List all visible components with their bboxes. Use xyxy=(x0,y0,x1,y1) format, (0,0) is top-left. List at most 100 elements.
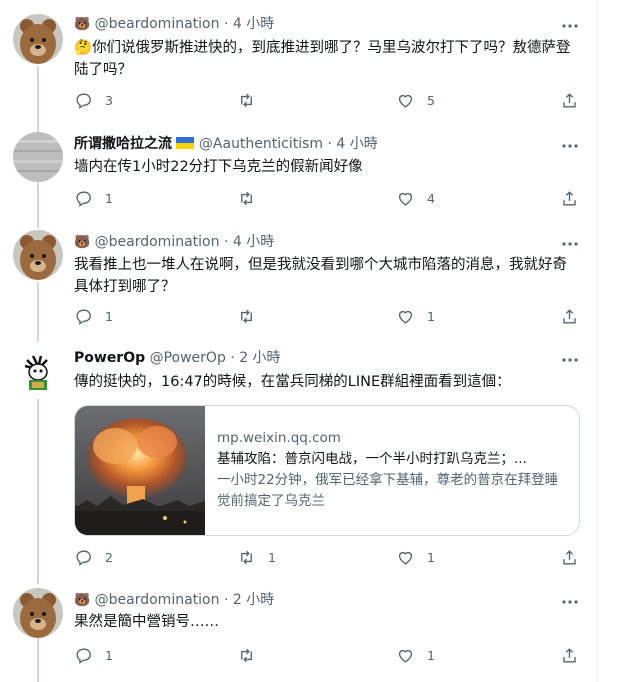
ukraine-flag-icon xyxy=(176,135,195,149)
like-button[interactable]: 5 xyxy=(396,89,435,111)
retweet-button[interactable] xyxy=(237,305,268,327)
display-name[interactable]: 所谓撒哈拉之流 xyxy=(74,136,172,152)
share-icon xyxy=(563,190,576,206)
reply-icon xyxy=(76,647,91,664)
like-count: 5 xyxy=(427,92,435,108)
timeline-right-border xyxy=(597,0,598,682)
tweet-header: 所谓撒哈拉之流 @Aauthenticitism · 4 小時 xyxy=(74,134,378,154)
reply-button[interactable]: 3 xyxy=(74,89,113,111)
reply-icon xyxy=(76,190,91,207)
tweet[interactable]: 所谓撒哈拉之流 @Aauthenticitism · 4 小時 墙内在传1小时2… xyxy=(0,120,597,230)
like-button[interactable]: 1 xyxy=(396,546,435,568)
tweet-text: 果然是簡中營销号…… xyxy=(74,614,219,630)
reply-count: 2 xyxy=(105,549,113,565)
user-handle[interactable]: @PowerOp xyxy=(150,350,226,366)
heart-icon xyxy=(398,94,413,108)
heart-icon xyxy=(398,551,413,565)
separator-dot: · xyxy=(327,136,332,152)
user-handle[interactable]: @Aauthenticitism xyxy=(199,136,323,152)
reply-button[interactable]: 1 xyxy=(74,187,113,209)
more-icon[interactable] xyxy=(560,136,580,156)
tweet-actions: 1 4 xyxy=(74,187,584,209)
thinking-emoji: 🤔 xyxy=(74,40,93,56)
bear-avatar-image xyxy=(13,230,63,280)
timestamp[interactable]: 4 小時 xyxy=(336,136,377,152)
share-button[interactable] xyxy=(560,89,579,111)
bear-emoji: 🐻 xyxy=(74,17,91,32)
like-count: 1 xyxy=(427,308,435,324)
tweet-header: 🐻 @beardomination · 2 小時 xyxy=(74,590,274,611)
share-button[interactable] xyxy=(560,546,579,568)
separator-dot: · xyxy=(223,234,229,250)
gray-texture-avatar-image xyxy=(13,132,63,182)
separator-dot: · xyxy=(223,16,229,32)
share-icon xyxy=(563,308,576,324)
tweet-actions: 1 1 xyxy=(74,305,584,327)
tweet-actions: 2 1 1 xyxy=(74,546,584,568)
retweet-button[interactable] xyxy=(237,89,268,111)
timestamp[interactable]: 2 小時 xyxy=(239,350,280,366)
avatar[interactable] xyxy=(13,14,63,64)
more-icon[interactable] xyxy=(560,592,580,612)
reply-icon xyxy=(76,308,91,325)
link-description: 一小时22分钟，俄军已经拿下基辅，尊老的普京在拜登睡觉前搞定了乌克兰 xyxy=(217,472,559,509)
tweet-text: 我看推上也一堆人在说啊，但是我就没看到哪个大城市陷落的消息，我就好奇具体打到哪了… xyxy=(74,257,567,295)
reply-button[interactable]: 1 xyxy=(74,305,113,327)
display-name[interactable]: PowerOp xyxy=(74,350,145,366)
reply-button[interactable]: 2 xyxy=(74,546,113,568)
like-button[interactable]: 4 xyxy=(396,187,435,209)
retweet-icon xyxy=(241,93,252,107)
avatar[interactable] xyxy=(13,132,63,182)
link-preview-image xyxy=(75,406,205,535)
user-handle[interactable]: @beardomination xyxy=(95,16,220,32)
avatar[interactable] xyxy=(13,346,63,396)
tweet-actions: 3 5 xyxy=(74,89,584,111)
reply-count: 1 xyxy=(105,647,113,663)
retweet-button[interactable]: 1 xyxy=(237,546,276,568)
separator-dot: · xyxy=(223,592,229,608)
retweet-icon xyxy=(241,648,252,662)
timestamp[interactable]: 2 小時 xyxy=(233,592,274,608)
more-icon[interactable] xyxy=(560,234,580,254)
bear-avatar-image xyxy=(13,14,63,64)
reply-icon xyxy=(76,549,91,566)
retweet-icon xyxy=(241,191,252,205)
like-button[interactable]: 1 xyxy=(396,644,435,666)
reply-count: 1 xyxy=(105,190,113,206)
heart-icon xyxy=(398,192,413,206)
user-handle[interactable]: @beardomination xyxy=(95,592,220,608)
tweet-header: PowerOp @PowerOp · 2 小時 xyxy=(74,348,281,368)
tweet-text: 傳的挺快的，16:47的時候，在當兵同梯的LINE群組裡面看到這個： xyxy=(74,374,511,390)
like-button[interactable]: 1 xyxy=(396,305,435,327)
like-count: 1 xyxy=(427,549,435,565)
retweet-button[interactable] xyxy=(237,644,268,666)
timestamp[interactable]: 4 小時 xyxy=(233,234,274,250)
retweet-button[interactable] xyxy=(237,187,268,209)
cartoon-avatar-image xyxy=(13,346,63,396)
tweet-text: 墙内在传1小时22分打下乌克兰的假新闻好像 xyxy=(74,159,363,175)
tweet-text: 🤔你们说俄罗斯推进快的，到底推进到哪了？马里乌波尔打下了吗？敖德萨登陆了吗？ xyxy=(74,40,571,78)
like-count: 4 xyxy=(427,190,435,206)
link-preview-card[interactable]: mp.weixin.qq.com 基辅攻陷：普京闪电战，一个半小时打趴乌克兰；.… xyxy=(74,405,580,536)
avatar[interactable] xyxy=(13,230,63,280)
share-button[interactable] xyxy=(560,187,579,209)
more-icon[interactable] xyxy=(560,16,580,36)
reply-count: 1 xyxy=(105,308,113,324)
tweet[interactable]: 🐻 @beardomination · 2 小時 果然是簡中營销号…… xyxy=(0,588,597,682)
bear-emoji: 🐻 xyxy=(74,235,91,250)
heart-icon xyxy=(398,649,413,663)
share-button[interactable] xyxy=(560,305,579,327)
retweet-count: 1 xyxy=(268,549,276,565)
share-icon xyxy=(563,92,576,108)
avatar[interactable] xyxy=(13,588,63,638)
user-handle[interactable]: @beardomination xyxy=(95,234,220,250)
share-icon xyxy=(563,647,576,663)
reply-count: 3 xyxy=(105,92,113,108)
more-icon[interactable] xyxy=(560,350,580,370)
link-preview-body: mp.weixin.qq.com 基辅攻陷：普京闪电战，一个半小时打趴乌克兰；.… xyxy=(217,428,567,512)
link-domain: mp.weixin.qq.com xyxy=(217,430,341,446)
bear-emoji: 🐻 xyxy=(74,593,91,608)
timestamp[interactable]: 4 小時 xyxy=(233,16,274,32)
share-button[interactable] xyxy=(560,644,579,666)
reply-button[interactable]: 1 xyxy=(74,644,113,666)
